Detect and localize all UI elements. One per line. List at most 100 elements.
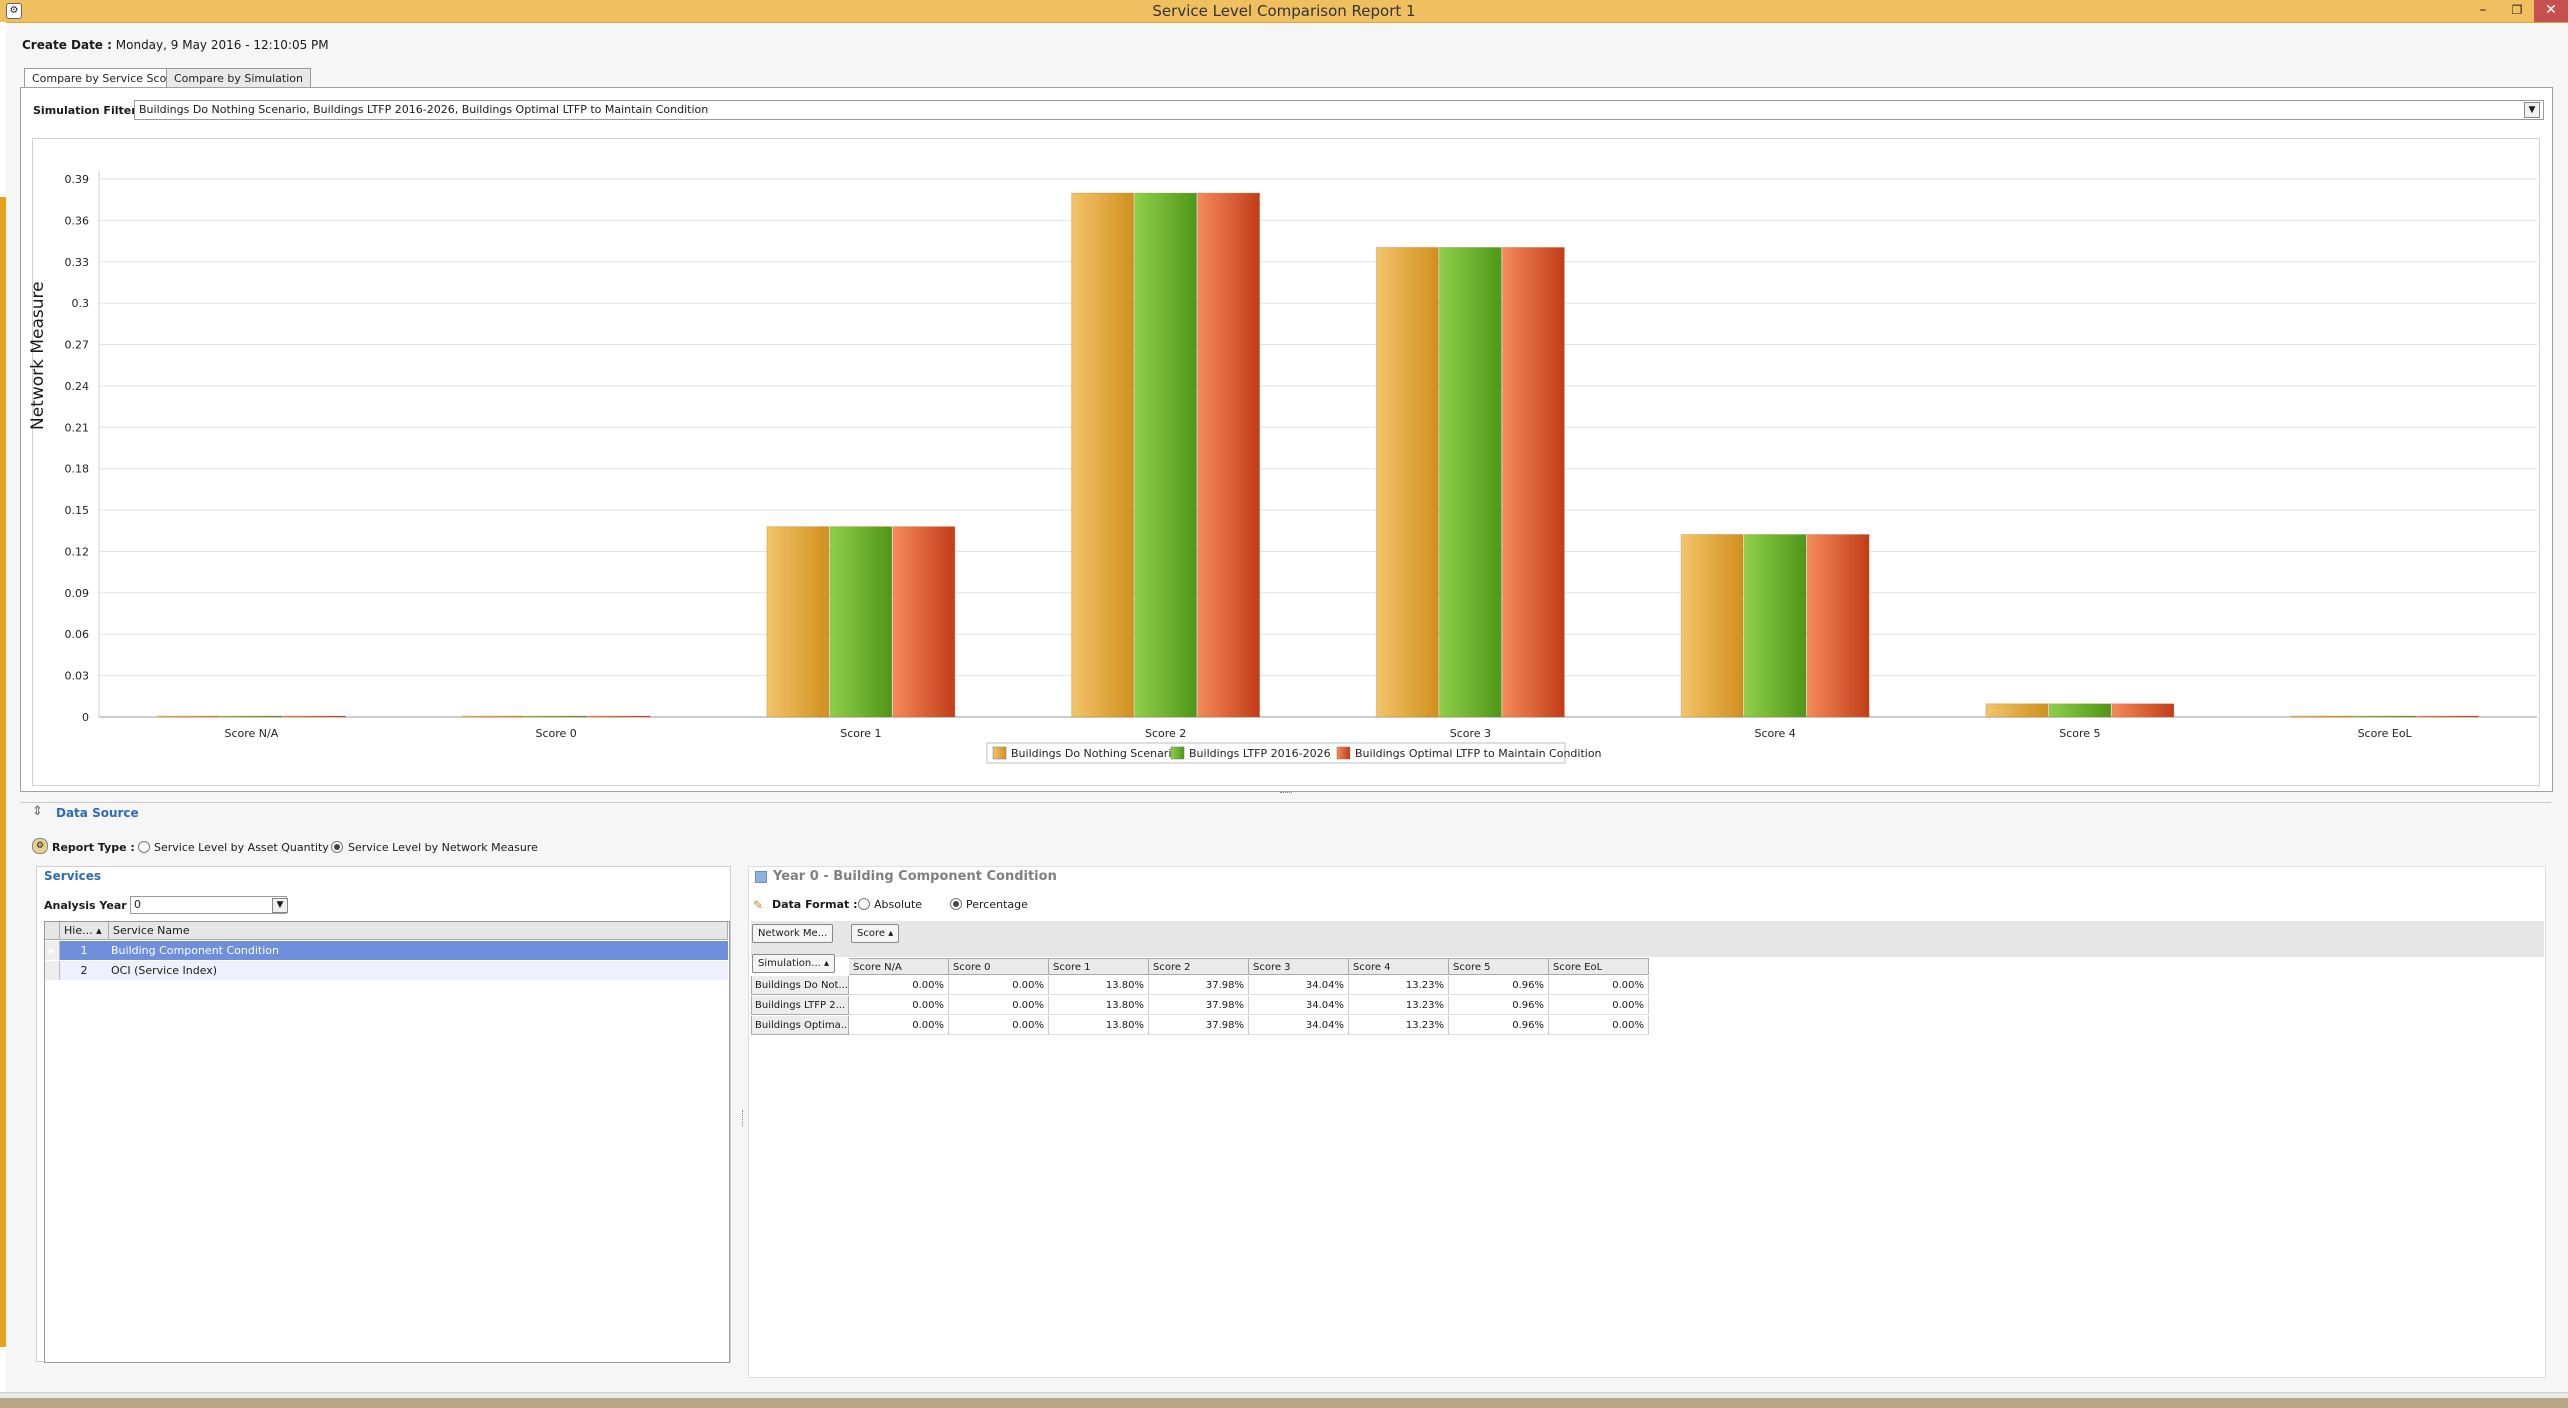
result-cell[interactable]: 0.00%	[1549, 976, 1649, 995]
create-date: Create Date : Monday, 9 May 2016 - 12:10…	[22, 38, 329, 52]
window-title-bar: ⚙ Service Level Comparison Report 1 – ❐ …	[0, 0, 2568, 23]
result-cell[interactable]: 0.00%	[849, 996, 949, 1015]
tab-compare-by-service-score[interactable]: Compare by Service Score	[24, 68, 186, 89]
result-cell[interactable]: 0.00%	[949, 996, 1049, 1015]
minimize-button[interactable]: –	[2466, 0, 2500, 22]
service-name-cell[interactable]: OCI (Service Index)	[111, 961, 217, 980]
simulation-filter-input[interactable]: Buildings Do Nothing Scenario, Buildings…	[134, 100, 2544, 120]
column-header[interactable]: Score 0	[949, 958, 1049, 975]
result-cell[interactable]: 0.00%	[1549, 1016, 1649, 1035]
result-cell[interactable]: 13.80%	[1049, 976, 1149, 995]
column-header[interactable]: Score 4	[1349, 958, 1449, 975]
hierarchy-cell[interactable]: 2	[61, 961, 107, 980]
bar	[1071, 192, 1135, 718]
column-header-hierarchy-label: Hie...	[64, 924, 93, 937]
chart-area: 0 0.03 0.06 0.09 0.12 0.15 0.18 0.21 0.24 0.27 0.3…	[32, 138, 2540, 786]
simulation-filter-label: Simulation Filter :	[33, 104, 145, 117]
result-cell[interactable]: 37.98%	[1149, 976, 1249, 995]
radio-asset-quantity-label[interactable]: Service Level by Asset Quantity	[154, 841, 329, 854]
result-cell[interactable]: 37.98%	[1149, 1016, 1249, 1035]
result-cell[interactable]: 13.23%	[1349, 1016, 1449, 1035]
column-header[interactable]: Score 3	[1249, 958, 1349, 975]
radio-asset-quantity[interactable]	[138, 841, 150, 853]
hierarchy-cell[interactable]: 1	[61, 941, 107, 960]
radio-network-measure-label[interactable]: Service Level by Network Measure	[348, 841, 538, 854]
column-header-service-name[interactable]: Service Name	[109, 922, 728, 940]
data-source-title[interactable]: Data Source	[56, 806, 139, 820]
column-header[interactable]: Score 5	[1449, 958, 1549, 975]
column-header-hierarchy[interactable]: Hie... ▴	[60, 922, 109, 940]
column-header[interactable]: Score N/A	[849, 958, 949, 975]
services-title: Services	[44, 869, 102, 883]
results-title: Year 0 - Building Component Condition	[773, 869, 1057, 884]
row-header[interactable]: Buildings Optima...	[751, 1016, 849, 1035]
table-row[interactable]: ▶ 1 Building Component Condition	[45, 941, 728, 960]
result-cell[interactable]: 34.04%	[1249, 996, 1349, 1015]
result-cell[interactable]: 0.96%	[1449, 1016, 1549, 1035]
bar	[1375, 246, 1439, 718]
legend-swatch	[1336, 746, 1351, 760]
row-header[interactable]: Buildings Do Not...	[751, 976, 849, 995]
service-name-cell[interactable]: Building Component Condition	[111, 941, 279, 960]
legend-label: Buildings LTFP 2016-2026	[1189, 747, 1331, 760]
vertical-splitter[interactable]	[742, 1110, 746, 1126]
x-tick-label: Score N/A	[224, 727, 278, 740]
x-tick-label: Score 3	[1450, 727, 1491, 740]
bar	[2111, 703, 2175, 718]
result-cell[interactable]: 0.00%	[849, 976, 949, 995]
expand-icon[interactable]: ⇕	[32, 804, 43, 819]
taskbar	[0, 1398, 2568, 1408]
bar	[1438, 246, 1502, 718]
result-cell[interactable]: 13.80%	[1049, 1016, 1149, 1035]
result-cell[interactable]: 13.80%	[1049, 996, 1149, 1015]
radio-percentage-label[interactable]: Percentage	[966, 898, 1028, 911]
result-cell[interactable]: 0.00%	[1549, 996, 1649, 1015]
y-tick-label: 0.27	[65, 339, 90, 352]
pivot-field-network-measure[interactable]: Network Me...	[752, 924, 834, 943]
y-axis-label: Network Measure	[28, 281, 48, 430]
result-cell[interactable]: 34.04%	[1249, 976, 1349, 995]
close-button[interactable]: ✕	[2534, 0, 2568, 22]
result-cell[interactable]: 0.00%	[849, 1016, 949, 1035]
result-cell[interactable]: 0.00%	[949, 1016, 1049, 1035]
column-header[interactable]: Score 2	[1149, 958, 1249, 975]
bar	[282, 715, 346, 718]
restore-button[interactable]: ❐	[2500, 0, 2534, 22]
result-cell[interactable]: 37.98%	[1149, 996, 1249, 1015]
radio-network-measure[interactable]	[331, 841, 343, 853]
create-date-value: Monday, 9 May 2016 - 12:10:05 PM	[115, 38, 329, 52]
result-cell[interactable]: 13.23%	[1349, 976, 1449, 995]
radio-percentage[interactable]	[950, 898, 962, 910]
row-header[interactable]: Buildings LTFP 2...	[751, 996, 849, 1015]
bar	[2048, 703, 2112, 718]
bar	[2353, 715, 2417, 718]
bar	[156, 715, 220, 718]
result-cell[interactable]: 34.04%	[1249, 1016, 1349, 1035]
pivot-header-area	[751, 921, 2544, 957]
radio-absolute-label[interactable]: Absolute	[874, 898, 922, 911]
bar	[766, 526, 830, 718]
y-tick-label: 0.21	[65, 421, 90, 434]
chevron-down-icon[interactable]: ▼	[2524, 102, 2540, 118]
data-source-header[interactable]	[20, 802, 2551, 825]
pivot-field-score-label: Score	[857, 928, 886, 939]
radio-absolute[interactable]	[858, 898, 870, 910]
result-cell[interactable]: 0.96%	[1449, 996, 1549, 1015]
horizontal-splitter[interactable]	[1280, 792, 1292, 797]
chevron-down-icon[interactable]: ▼	[272, 898, 288, 913]
row-indicator	[45, 961, 60, 980]
tab-compare-by-simulation[interactable]: Compare by Simulation	[166, 68, 311, 88]
result-cell[interactable]: 0.00%	[949, 976, 1049, 995]
analysis-year-input[interactable]: 0	[130, 896, 287, 914]
table-row[interactable]: 2 OCI (Service Index)	[45, 961, 728, 980]
result-cell[interactable]: 13.23%	[1349, 996, 1449, 1015]
pivot-field-simulation[interactable]: Simulation... ▴	[752, 954, 836, 973]
x-tick-label: Score 2	[1145, 727, 1186, 740]
x-tick-label: Score EoL	[2358, 727, 2413, 740]
result-cell[interactable]: 0.96%	[1449, 976, 1549, 995]
y-tick-label: 0.03	[65, 670, 90, 683]
column-header[interactable]: Score EoL	[1549, 958, 1649, 975]
column-header[interactable]: Score 1	[1049, 958, 1149, 975]
pivot-field-score[interactable]: Score ▴	[851, 924, 900, 943]
y-tick-label: 0.15	[65, 504, 90, 517]
